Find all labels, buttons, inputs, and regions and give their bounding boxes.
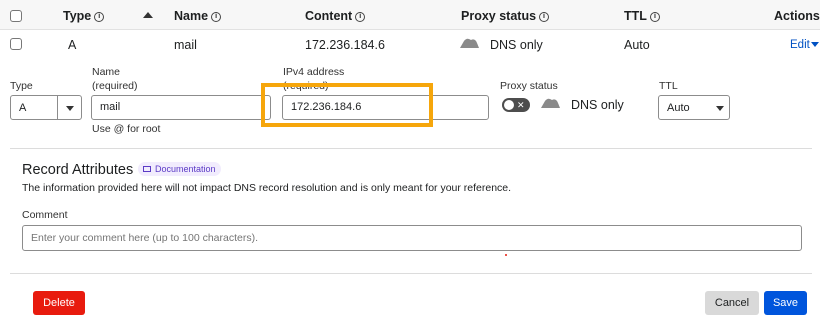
select-divider	[57, 96, 58, 119]
column-header-type[interactable]: Type i	[63, 9, 105, 23]
comment-label: Comment	[22, 209, 68, 221]
type-select[interactable]: A	[10, 95, 82, 120]
cloud-icon	[460, 38, 479, 48]
chevron-down-icon	[716, 106, 724, 111]
chevron-down-icon	[810, 42, 819, 47]
sort-up-icon[interactable]	[143, 12, 153, 18]
cancel-button[interactable]: Cancel	[705, 291, 759, 315]
section-divider	[10, 148, 812, 149]
name-help-text: Use @ for root	[92, 123, 161, 135]
chevron-down-icon	[66, 106, 74, 111]
info-icon[interactable]: i	[539, 12, 550, 22]
type-select-value: A	[19, 102, 27, 114]
info-icon[interactable]: i	[94, 12, 105, 22]
record-attributes-title: Record Attributes	[22, 162, 134, 178]
info-icon[interactable]: i	[649, 12, 660, 22]
highlight-box	[261, 83, 433, 127]
toggle-x-glyph: ✕	[517, 100, 525, 110]
footer-divider	[10, 273, 812, 274]
name-required-label: (required)	[92, 80, 138, 92]
toggle-off-icon	[504, 100, 514, 110]
record-proxy-status: DNS only	[490, 38, 543, 52]
record-ttl: Auto	[624, 38, 650, 52]
comment-input[interactable]	[22, 225, 802, 251]
info-icon[interactable]: i	[211, 12, 222, 22]
record-type: A	[68, 38, 77, 52]
column-header-proxy-label: Proxy status	[461, 9, 537, 23]
record-name: mail	[174, 38, 197, 52]
column-header-ttl-label: TTL	[624, 9, 647, 23]
ttl-field-label: TTL	[659, 80, 678, 92]
column-header-ttl[interactable]: TTL i	[624, 9, 660, 23]
select-all-checkbox[interactable]	[10, 10, 22, 22]
type-field-label: Type	[10, 80, 33, 92]
ttl-select[interactable]: Auto	[658, 95, 730, 120]
column-header-content-label: Content	[305, 9, 353, 23]
column-header-actions: Actions	[774, 9, 820, 23]
column-header-proxy-status[interactable]: Proxy status i	[461, 9, 550, 23]
ttl-select-value: Auto	[667, 102, 690, 114]
column-header-content[interactable]: Content i	[305, 9, 366, 23]
name-field-label: Name	[92, 66, 121, 78]
column-header-type-label: Type	[63, 9, 92, 23]
attributes-description: The information provided here will not i…	[22, 182, 512, 194]
ipv4-field-label: IPv4 address	[283, 66, 345, 78]
record-content: 172.236.184.6	[305, 38, 385, 52]
proxy-status-label: Proxy status	[500, 80, 558, 92]
row-checkbox[interactable]	[10, 38, 22, 50]
name-input[interactable]: mail	[91, 95, 271, 120]
info-icon[interactable]: i	[355, 12, 366, 22]
documentation-label: Documentation	[155, 164, 216, 174]
column-header-name-label: Name	[174, 9, 209, 23]
edit-record-link[interactable]: Edit	[790, 39, 819, 51]
proxy-status-value: DNS only	[571, 98, 624, 112]
edit-label: Edit	[790, 39, 810, 51]
cloud-icon	[541, 98, 560, 108]
book-icon	[143, 166, 151, 172]
column-header-name[interactable]: Name i	[174, 9, 222, 23]
table-header-row	[0, 0, 820, 30]
cursor-dot	[505, 254, 507, 256]
delete-button[interactable]: Delete	[33, 291, 85, 315]
documentation-link[interactable]: Documentation	[138, 162, 221, 176]
save-button[interactable]: Save	[764, 291, 807, 315]
